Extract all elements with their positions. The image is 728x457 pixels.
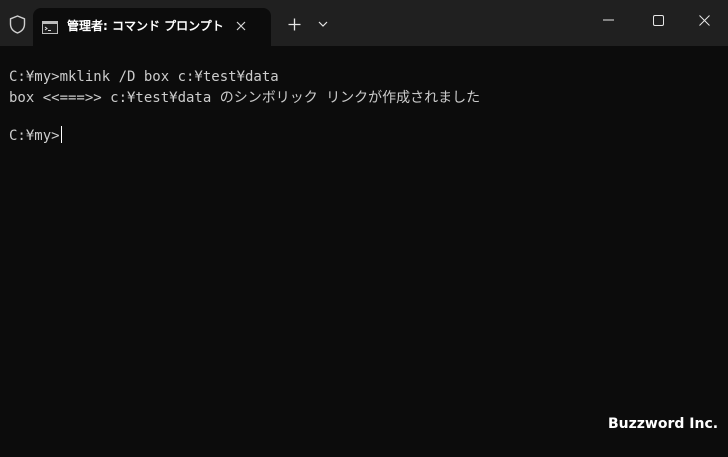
- shield-icon: [9, 15, 26, 34]
- maximize-button[interactable]: [634, 0, 682, 40]
- terminal-prompt-line: C:¥my>: [9, 126, 62, 145]
- tab-close-button[interactable]: [229, 15, 253, 37]
- terminal-output[interactable]: C:¥my>mklink /D box c:¥test¥data box <<=…: [0, 46, 728, 457]
- terminal-prompt: C:¥my>: [9, 128, 60, 144]
- maximize-icon: [652, 14, 664, 26]
- terminal-line: box <<===>> c:¥test¥data のシンボリック リンクが作成さ…: [9, 90, 481, 106]
- chevron-down-icon: [318, 21, 328, 27]
- tab-dropdown-button[interactable]: [313, 12, 333, 36]
- cmd-icon: [42, 19, 58, 34]
- new-tab-button[interactable]: [282, 12, 306, 36]
- terminal-line: C:¥my>mklink /D box c:¥test¥data: [9, 69, 279, 85]
- minimize-button[interactable]: [584, 0, 632, 40]
- text-cursor: [60, 126, 62, 143]
- plus-icon: [288, 18, 300, 30]
- title-bar: 管理者: コマンド プロンプト: [0, 0, 728, 46]
- close-icon: [698, 14, 710, 26]
- watermark: Buzzword Inc.: [608, 416, 719, 432]
- tab-command-prompt[interactable]: 管理者: コマンド プロンプト: [33, 8, 271, 46]
- close-button[interactable]: [680, 0, 728, 40]
- tab-title: 管理者: コマンド プロンプト: [67, 19, 224, 33]
- close-icon: [236, 21, 246, 31]
- minimize-icon: [602, 19, 614, 21]
